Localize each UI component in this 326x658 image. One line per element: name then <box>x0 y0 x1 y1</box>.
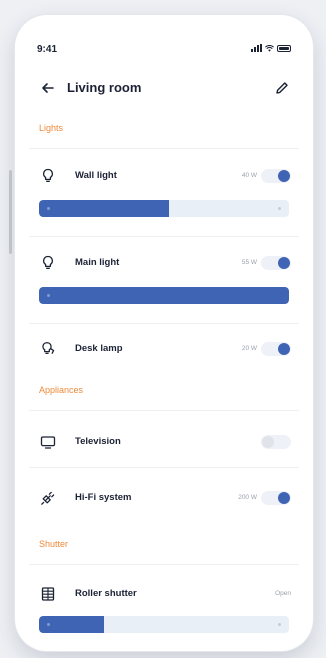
divider <box>29 467 299 468</box>
section-title-appliances: Appliances <box>39 385 84 395</box>
device-power: 20 W <box>241 345 257 352</box>
section-title-lights: Lights <box>39 123 64 133</box>
divider <box>29 236 299 237</box>
toggle-hifi-system[interactable] <box>261 491 291 505</box>
brightness-slider-main-light[interactable] <box>39 287 289 304</box>
device-label: Wall light <box>75 170 117 181</box>
plug-icon <box>41 491 55 505</box>
device-row-desk-lamp: Desk lamp 20 W <box>15 338 313 362</box>
device-row-hifi-system: Hi-Fi system 200 W <box>15 487 313 511</box>
status-icons <box>251 44 291 52</box>
divider <box>29 323 299 324</box>
status-time: 9:41 <box>37 44 58 55</box>
light-bulb-icon <box>43 255 53 269</box>
television-icon <box>40 436 56 449</box>
device-power: 200 W <box>238 494 257 501</box>
device-label: Television <box>75 436 121 447</box>
toggle-wall-light[interactable] <box>261 169 291 183</box>
device-power: 55 W <box>241 259 257 266</box>
device-label: Roller shutter <box>75 588 137 599</box>
slider-fill <box>39 200 169 217</box>
position-slider-roller-shutter[interactable] <box>39 616 289 633</box>
toggle-television[interactable] <box>261 435 291 449</box>
device-label: Hi-Fi system <box>75 492 132 503</box>
page-header: Living room <box>15 75 313 103</box>
device-row-wall-light: Wall light 40 W <box>15 165 313 189</box>
device-power: 40 W <box>241 172 257 179</box>
device-row-main-light: Main light 55 W <box>15 252 313 276</box>
light-bulb-icon <box>43 168 53 182</box>
battery-icon <box>277 45 291 52</box>
device-row-television: Television <box>15 431 313 455</box>
device-label: Desk lamp <box>75 343 123 354</box>
device-label: Main light <box>75 257 120 268</box>
toggle-main-light[interactable] <box>261 256 291 270</box>
shutter-state: Open <box>275 590 291 597</box>
phone-screen: 9:41 Living room Lights Wall light 40 W … <box>15 15 313 651</box>
arrow-left-icon[interactable] <box>39 79 57 97</box>
shutter-icon <box>41 587 55 601</box>
desk-lamp-icon <box>42 342 55 355</box>
status-bar: 9:41 <box>15 15 313 55</box>
signal-icon <box>251 44 262 52</box>
divider <box>29 564 299 565</box>
section-title-shutter: Shutter <box>39 539 69 549</box>
slider-fill <box>39 287 289 304</box>
phone-side-button <box>9 170 12 254</box>
divider <box>29 148 299 149</box>
toggle-desk-lamp[interactable] <box>261 342 291 356</box>
divider <box>29 410 299 411</box>
device-row-roller-shutter: Roller shutter Open <box>15 583 313 607</box>
brightness-slider-wall-light[interactable] <box>39 200 289 217</box>
pencil-icon[interactable] <box>273 79 291 97</box>
page-title: Living room <box>67 80 142 95</box>
wifi-icon <box>265 45 274 52</box>
